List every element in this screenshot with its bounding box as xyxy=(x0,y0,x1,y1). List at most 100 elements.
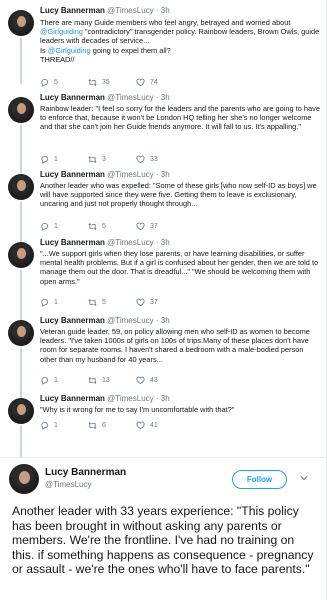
retweet-button[interactable]: 5 xyxy=(88,298,106,307)
retweet-count: 3 xyxy=(102,156,106,163)
reply-count: 1 xyxy=(54,422,58,429)
author-handle[interactable]: @TimesLucy xyxy=(45,480,92,489)
like-button[interactable]: 41 xyxy=(136,421,158,430)
mention-link[interactable]: @Girlguiding xyxy=(40,27,83,36)
reply-button[interactable]: 1 xyxy=(40,298,58,307)
reply-button[interactable]: 1 xyxy=(40,155,58,164)
reply-count: 1 xyxy=(54,377,58,384)
reply-button[interactable]: 1 xyxy=(40,421,58,430)
reply-count: 5 xyxy=(54,79,58,86)
retweet-count: 5 xyxy=(102,299,106,306)
timestamp[interactable]: 3h xyxy=(161,394,170,403)
tweet-text: Veteran guide leader, 59, on policy allo… xyxy=(40,327,310,364)
like-button[interactable]: 43 xyxy=(136,376,158,385)
reply-icon xyxy=(41,222,48,231)
author-name[interactable]: Lucy Bannerman xyxy=(40,170,105,179)
retweet-count: 35 xyxy=(102,79,110,86)
author-handle[interactable]: @TimesLucy xyxy=(107,394,154,403)
retweet-count: 6 xyxy=(102,422,106,429)
tweet-actions: 5 35 74 xyxy=(40,78,240,88)
timestamp[interactable]: 3h xyxy=(161,93,170,102)
tweet-header: Lucy Bannerman @TimesLucy · 3h xyxy=(40,6,170,15)
author-handle[interactable]: @TimesLucy xyxy=(107,6,154,15)
heart-icon xyxy=(136,78,145,87)
tweet-header: Lucy Bannerman @TimesLucy · 3h xyxy=(40,316,170,325)
reply-icon xyxy=(41,155,48,164)
reply-button[interactable]: 5 xyxy=(40,78,58,87)
tweet-header: Lucy Bannerman @TimesLucy · 3h xyxy=(40,394,170,403)
main-tweet-text: Another leader with 33 years experience:… xyxy=(12,504,314,577)
timestamp[interactable]: 3h xyxy=(161,6,170,15)
tweet-text: "Why is it wrong for me to say I'm uncom… xyxy=(40,405,235,414)
reply-button[interactable]: 1 xyxy=(40,222,58,231)
heart-icon xyxy=(136,222,145,231)
heart-icon xyxy=(136,421,145,430)
reply-icon xyxy=(41,376,48,385)
author-name[interactable]: Lucy Bannerman xyxy=(40,394,105,403)
reply-icon xyxy=(41,421,48,430)
avatar[interactable] xyxy=(8,174,34,200)
retweet-icon xyxy=(88,421,97,430)
reply-count: 1 xyxy=(54,299,58,306)
author-handle[interactable]: @TimesLucy xyxy=(107,93,154,102)
author-handle[interactable]: @TimesLucy xyxy=(107,170,154,179)
timestamp[interactable]: 3h xyxy=(161,316,170,325)
retweet-button[interactable]: 6 xyxy=(88,421,106,430)
retweet-count: 13 xyxy=(102,377,110,384)
author-name[interactable]: Lucy Bannerman xyxy=(45,467,126,478)
tweet-text: Another leader who was expelled: "Some o… xyxy=(40,181,317,209)
author-name[interactable]: Lucy Bannerman xyxy=(40,316,105,325)
timestamp[interactable]: 3h xyxy=(161,238,170,247)
retweet-icon xyxy=(88,155,97,164)
reply-count: 1 xyxy=(54,223,58,230)
avatar[interactable] xyxy=(8,97,34,123)
author-name[interactable]: Lucy Bannerman xyxy=(40,238,105,247)
mention-link[interactable]: @Girlguiding xyxy=(48,46,91,55)
retweet-button[interactable]: 3 xyxy=(88,155,106,164)
retweet-button[interactable]: 5 xyxy=(88,222,106,231)
timestamp[interactable]: 3h xyxy=(161,170,170,179)
like-button[interactable]: 37 xyxy=(136,298,158,307)
avatar[interactable] xyxy=(9,464,39,494)
retweet-button[interactable]: 13 xyxy=(88,376,110,385)
avatar[interactable] xyxy=(8,10,34,36)
reply-icon xyxy=(41,78,48,87)
tweet-actions: 1 13 43 xyxy=(40,376,240,386)
like-button[interactable]: 74 xyxy=(136,78,158,87)
like-count: 41 xyxy=(150,422,158,429)
like-count: 74 xyxy=(150,79,158,86)
tweet-header: Lucy Bannerman @TimesLucy · 3h xyxy=(40,93,170,102)
like-button[interactable]: 33 xyxy=(136,155,158,164)
retweet-icon xyxy=(88,222,97,231)
like-count: 37 xyxy=(150,299,158,306)
author-name[interactable]: Lucy Bannerman xyxy=(40,93,105,102)
thread-connector xyxy=(20,38,22,84)
author-handle[interactable]: @TimesLucy xyxy=(107,238,154,247)
reply-button[interactable]: 1 xyxy=(40,376,58,385)
author-name[interactable]: Lucy Bannerman xyxy=(40,6,105,15)
tweet-actions: 1 5 37 xyxy=(40,222,240,232)
reply-count: 1 xyxy=(54,156,58,163)
heart-icon xyxy=(136,298,145,307)
retweet-count: 5 xyxy=(102,223,106,230)
follow-button[interactable]: Follow xyxy=(232,470,287,489)
thread-connector xyxy=(20,125,22,173)
like-count: 37 xyxy=(150,223,158,230)
avatar[interactable] xyxy=(8,242,34,268)
tweet-actions: 1 6 41 xyxy=(40,421,240,431)
tweet-actions: 1 3 33 xyxy=(40,155,240,165)
avatar[interactable] xyxy=(8,398,34,424)
chevron-down-icon[interactable] xyxy=(299,473,309,483)
tweet-header: Lucy Bannerman @TimesLucy · 3h xyxy=(40,170,170,179)
tweet-header: Lucy Bannerman @TimesLucy · 3h xyxy=(40,238,170,247)
like-button[interactable]: 37 xyxy=(136,222,158,231)
divider xyxy=(0,457,327,458)
tweet-text: Rainbow leader: "I feel so sorry for the… xyxy=(40,104,320,132)
like-count: 43 xyxy=(150,377,158,384)
tweet-text: There are many Guide members who feel an… xyxy=(40,18,320,64)
reply-icon xyxy=(41,298,48,307)
retweet-button[interactable]: 35 xyxy=(88,78,110,87)
avatar[interactable] xyxy=(8,320,34,346)
retweet-icon xyxy=(88,78,97,87)
author-handle[interactable]: @TimesLucy xyxy=(107,316,154,325)
